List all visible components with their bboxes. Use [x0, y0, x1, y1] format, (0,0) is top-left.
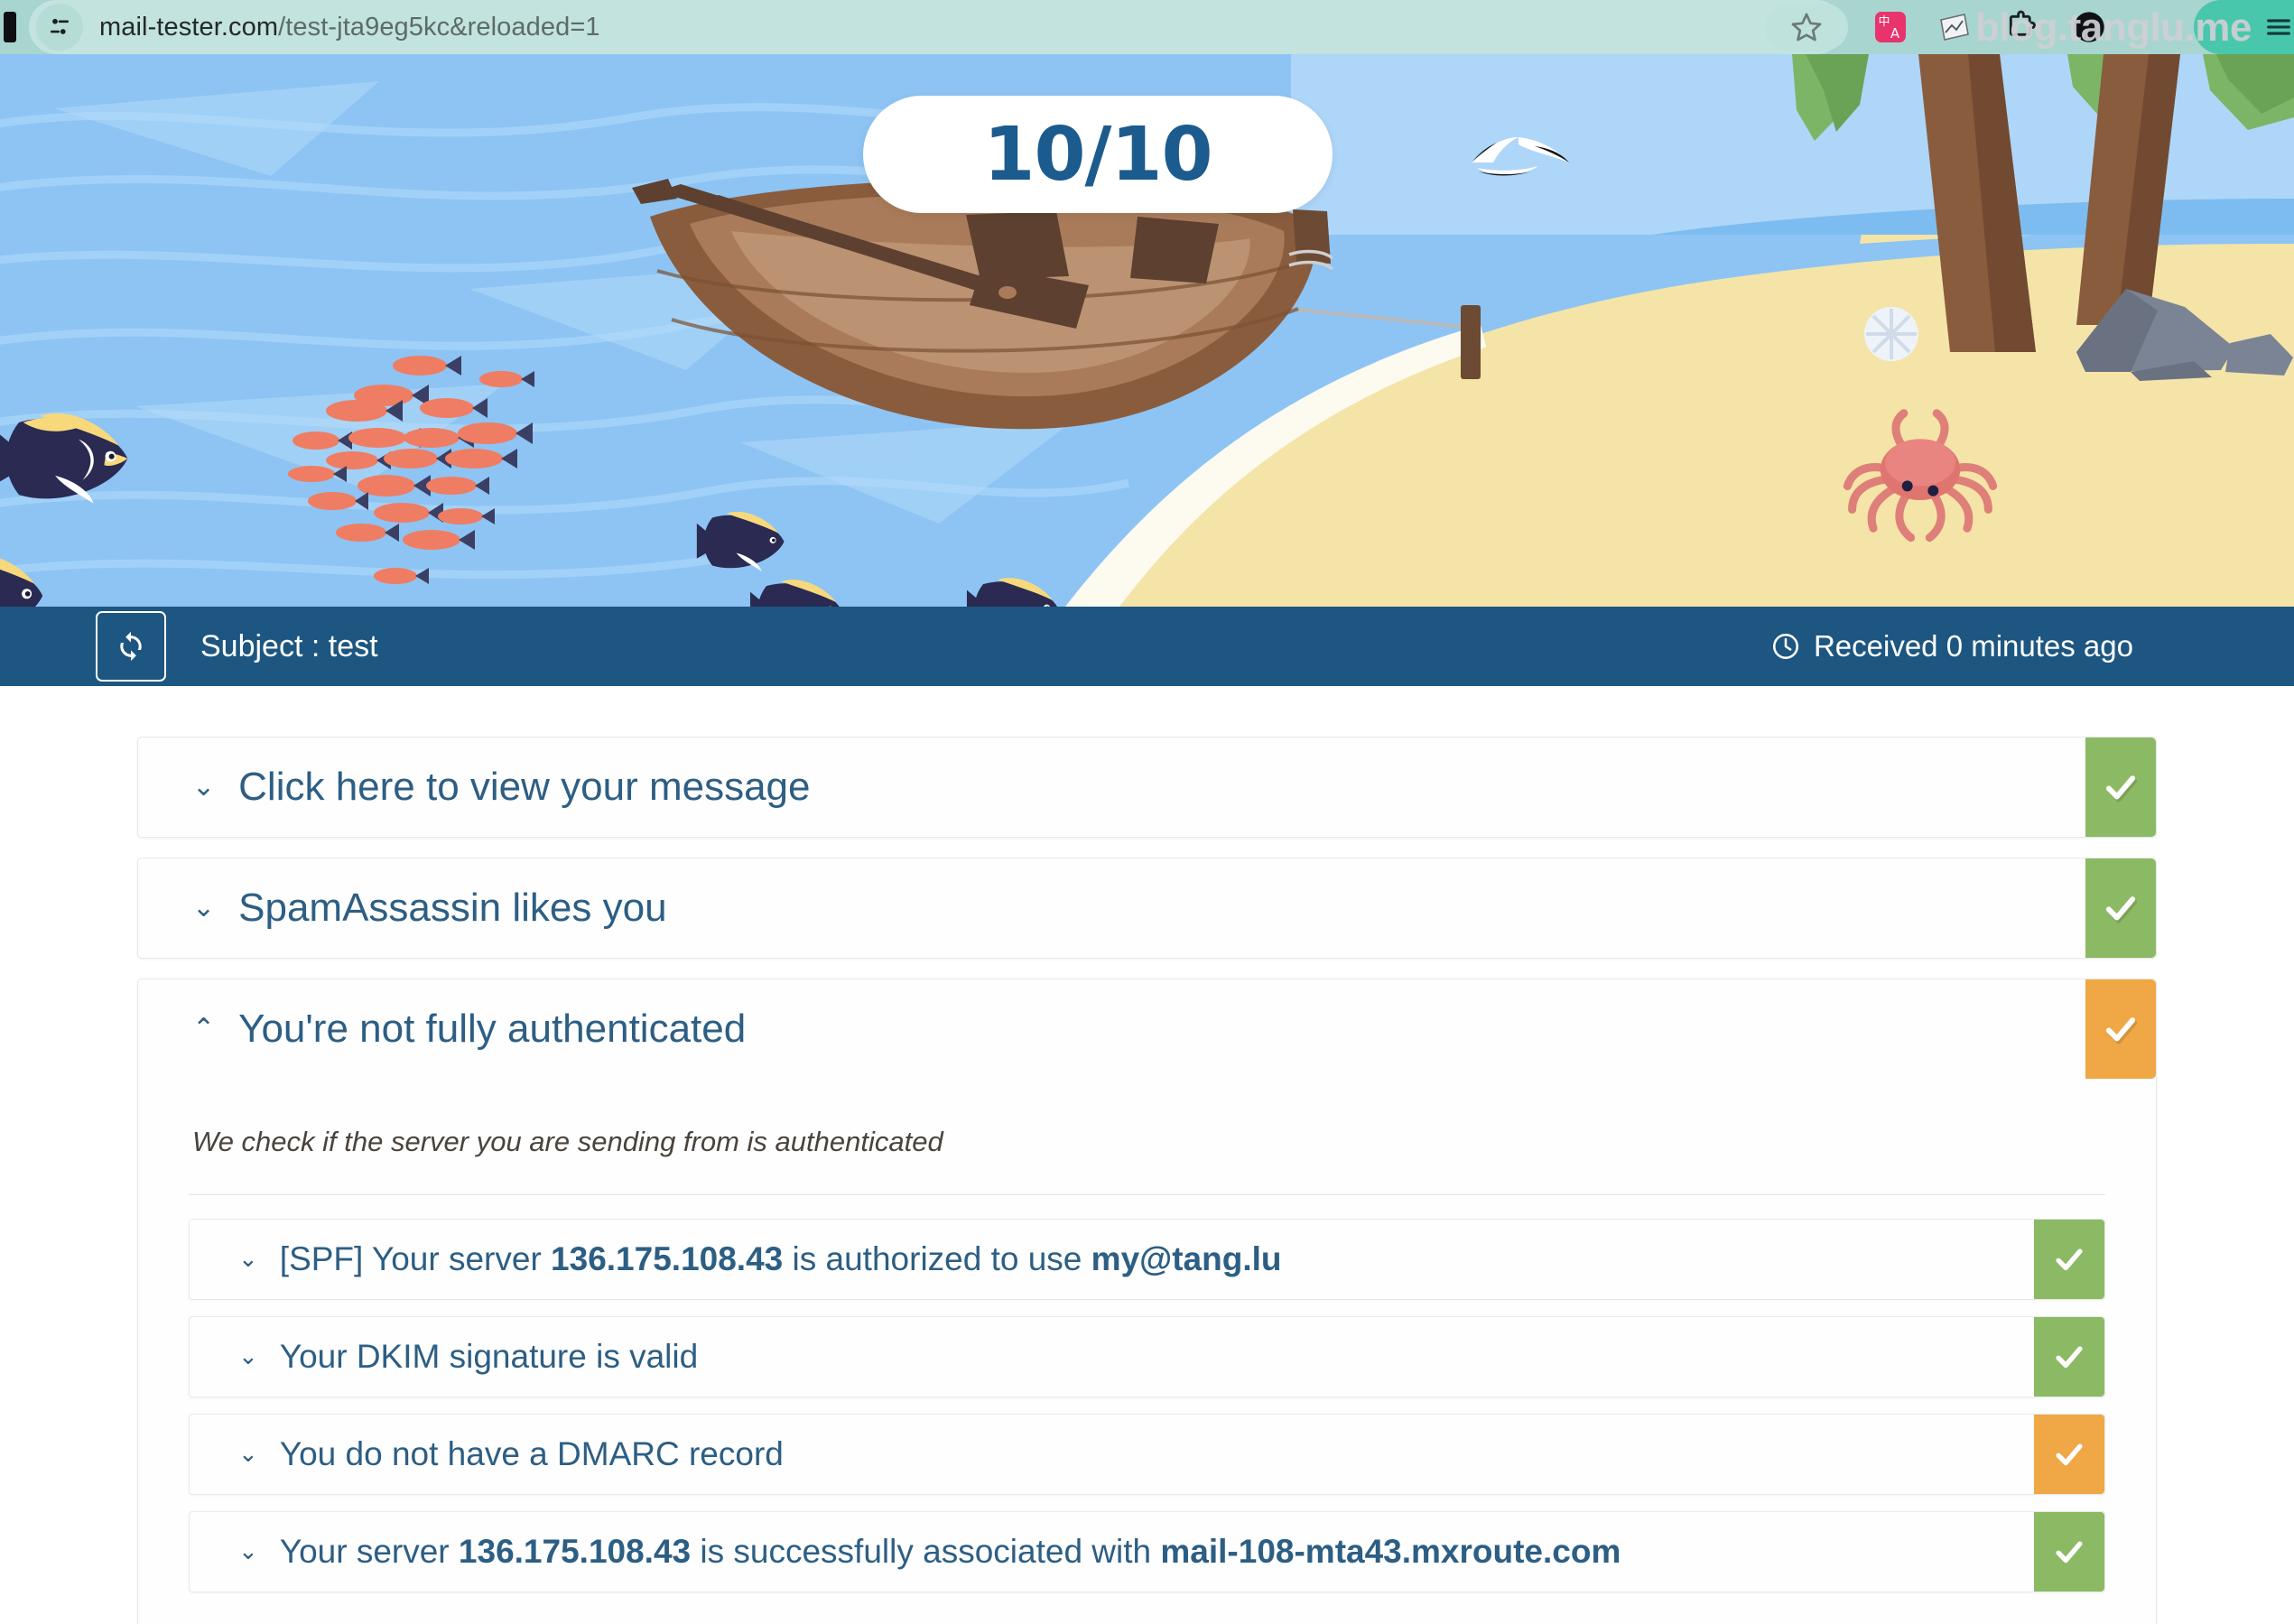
- results-container: ⌄ Click here to view your message ⌄ Spam…: [137, 686, 2157, 1624]
- section-title: Click here to view your message: [238, 765, 811, 809]
- url-domain: mail-tester.com: [99, 12, 279, 42]
- results-panel: ⌄ Click here to view your message ⌄ Spam…: [0, 686, 2294, 1624]
- check-icon: [2105, 1017, 2136, 1042]
- section-header-message[interactable]: ⌄ Click here to view your message: [138, 738, 2156, 837]
- svg-text:A: A: [1890, 25, 1900, 42]
- menu-icon[interactable]: [2257, 5, 2294, 49]
- extension-icon[interactable]: [1932, 5, 1975, 49]
- svg-text:中: 中: [1878, 15, 1890, 29]
- auth-check-row[interactable]: ⌄ You do not have a DMARC record: [189, 1414, 2105, 1495]
- translate-icon[interactable]: 中 A: [1869, 5, 1912, 49]
- auth-check-label: [SPF] Your server 136.175.108.43 is auth…: [279, 1240, 1282, 1277]
- chevron-down-icon: ⌄: [238, 1538, 258, 1565]
- section-header-authentication[interactable]: ⌃ You're not fully authenticated: [138, 979, 2156, 1079]
- auth-check-label: You do not have a DMARC record: [279, 1435, 784, 1472]
- tab-strip-edge[interactable]: [4, 12, 16, 42]
- refresh-icon: [120, 631, 142, 662]
- check-icon: [2056, 1248, 2083, 1271]
- seashell: [1864, 307, 1918, 361]
- check-icon: [2056, 1346, 2083, 1369]
- status-badge-ok: [2034, 1512, 2104, 1592]
- auth-check-row[interactable]: ⌄ Your server 136.175.108.43 is successfu…: [189, 1511, 2105, 1592]
- section-card-authentication: ⌃ You're not fully authenticated We chec…: [137, 979, 2157, 1624]
- section-description: We check if the server you are sending f…: [192, 1126, 943, 1157]
- auth-check-row[interactable]: ⌄ [SPF] Your server 136.175.108.43 is aut…: [189, 1219, 2105, 1300]
- status-badge-ok: [2085, 858, 2156, 958]
- address-bar[interactable]: mail-tester.com/test-jta9eg5kc&reloaded=…: [29, 0, 1844, 54]
- check-icon: [2105, 775, 2136, 800]
- chevron-up-icon: ⌃: [192, 1013, 216, 1044]
- auth-check-row[interactable]: ⌄ Your DKIM signature is valid: [189, 1316, 2105, 1397]
- section-card-spamassassin: ⌄ SpamAssassin likes you: [137, 858, 2157, 959]
- auth-check-list: ⌄ [SPF] Your server 136.175.108.43 is aut…: [138, 1195, 2156, 1624]
- url-path: /test-jta9eg5kc&reloaded=1: [278, 12, 600, 42]
- section-card-message: ⌄ Click here to view your message: [137, 737, 2157, 838]
- chevron-down-icon: ⌄: [192, 771, 216, 803]
- chevron-down-icon: ⌄: [192, 892, 216, 923]
- status-badge-warn: [2034, 1415, 2104, 1494]
- section-title: SpamAssassin likes you: [238, 886, 667, 930]
- status-badge-ok: [2034, 1317, 2104, 1397]
- profile-icon[interactable]: [2067, 5, 2111, 49]
- hero-illustration: 10/10: [0, 54, 2294, 607]
- puzzle-icon[interactable]: [2000, 5, 2043, 49]
- section-header-spamassassin[interactable]: ⌄ SpamAssassin likes you: [138, 858, 2156, 958]
- section-body-authentication: We check if the server you are sending f…: [138, 1079, 2156, 1624]
- status-badge-warn: [2085, 979, 2156, 1079]
- url-text: mail-tester.com/test-jta9eg5kc&reloaded=…: [99, 13, 600, 42]
- star-icon[interactable]: [1765, 4, 1848, 51]
- chevron-down-icon: ⌄: [238, 1441, 258, 1468]
- check-icon: [2056, 1541, 2083, 1564]
- received-text: Received 0 minutes ago: [1813, 629, 2133, 663]
- received-status: Received 0 minutes ago: [1770, 629, 2133, 664]
- score-value: 10/10: [983, 111, 1212, 198]
- chevron-down-icon: ⌄: [238, 1343, 258, 1370]
- check-icon: [2056, 1443, 2083, 1466]
- auth-check-label: Your server 136.175.108.43 is successful…: [279, 1533, 1621, 1570]
- check-icon: [2105, 896, 2136, 921]
- status-badge-ok: [2034, 1220, 2104, 1299]
- score-badge: 10/10: [863, 96, 1333, 213]
- site-info-icon[interactable]: [36, 4, 83, 51]
- auth-check-label: Your DKIM signature is valid: [279, 1338, 699, 1375]
- subject-label: Subject : test: [200, 628, 378, 664]
- subject-bar: Subject : test Received 0 minutes ago: [0, 607, 2294, 686]
- chevron-down-icon: ⌄: [238, 1246, 258, 1273]
- browser-toolbar: mail-tester.com/test-jta9eg5kc&reloaded=…: [0, 0, 2294, 54]
- clock-icon: [1772, 633, 1798, 660]
- refresh-button[interactable]: [96, 611, 166, 682]
- status-badge-ok: [2085, 738, 2156, 837]
- section-title: You're not fully authenticated: [238, 1007, 747, 1051]
